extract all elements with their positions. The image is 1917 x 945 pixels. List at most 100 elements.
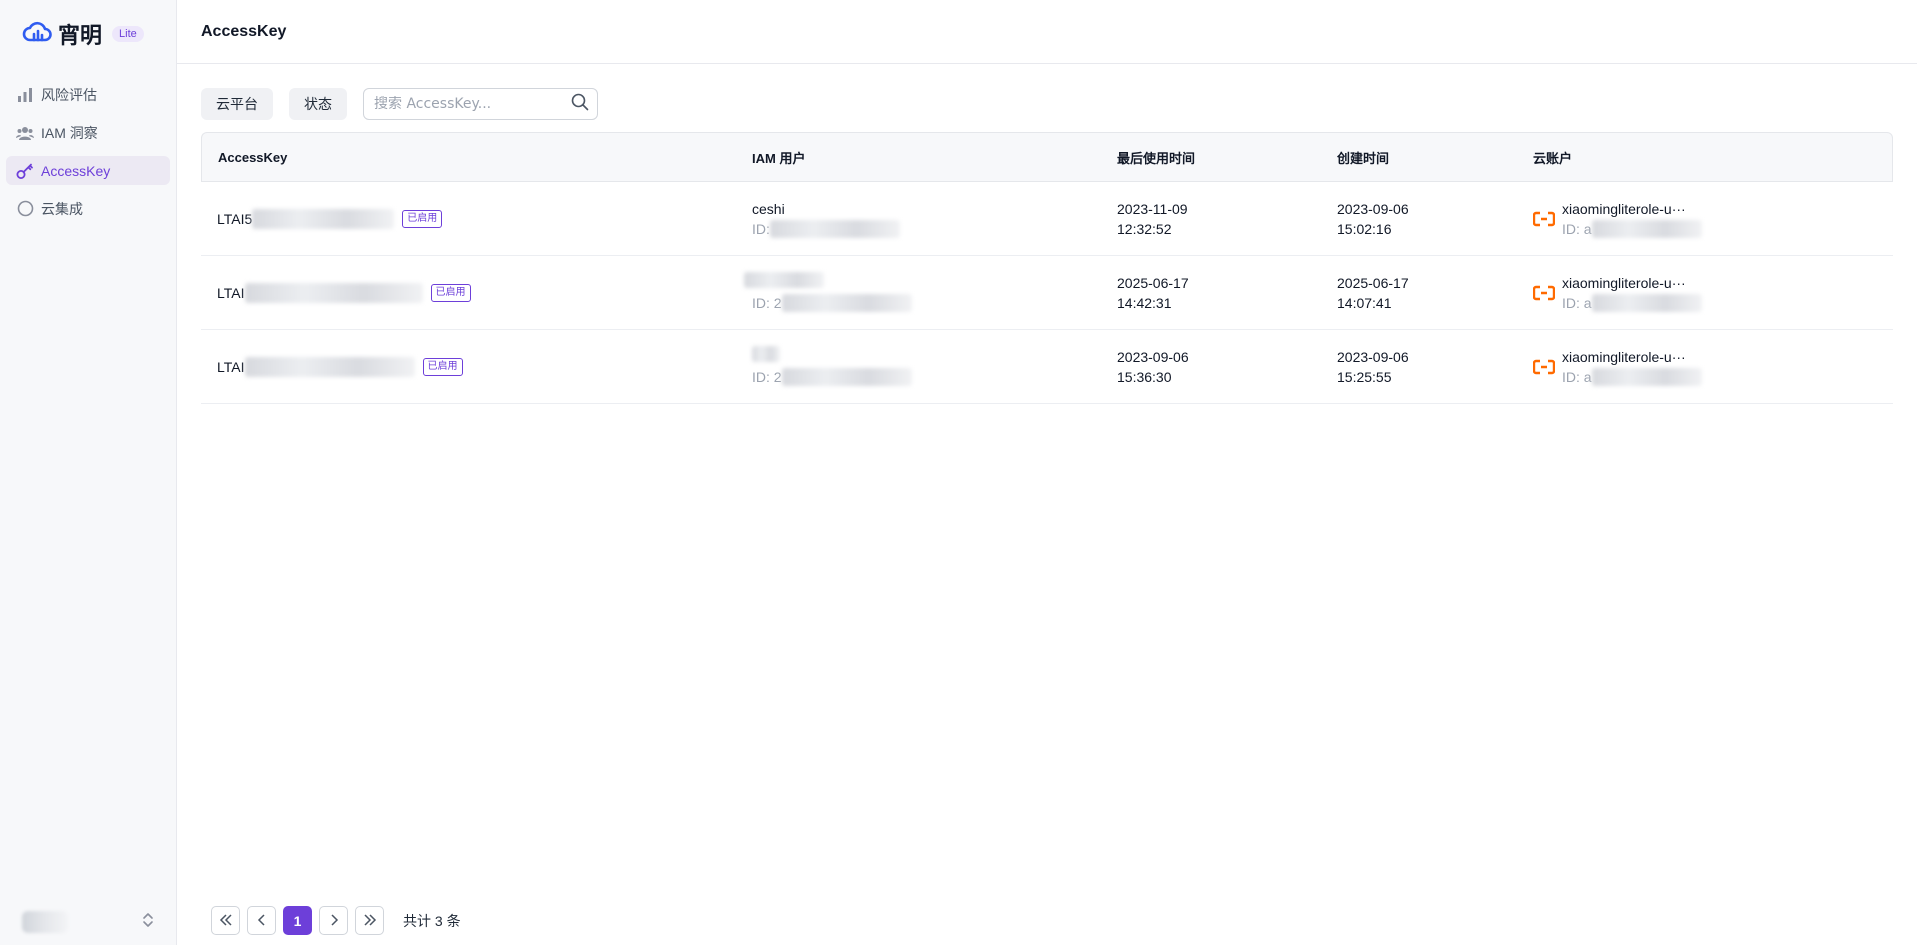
status-badge: 已启用 <box>422 357 463 376</box>
aliyun-logo-icon <box>1532 285 1556 301</box>
last-used-time: 12:32:52 <box>1117 220 1172 237</box>
accesskey-id: LTAI <box>217 284 245 301</box>
accesskey-id: LTAI5 <box>217 210 253 227</box>
table-row[interactable]: LTAI 已启用 ID: 2 <box>201 330 1893 404</box>
column-header-cloud-account: 云账户 <box>1517 132 1893 182</box>
cloud-account-name[interactable]: xiaomingliterole-u··· <box>1562 273 1702 293</box>
search-icon[interactable] <box>571 93 589 115</box>
iam-user-cell: ID: 2 <box>736 256 1101 330</box>
accesskey-id: LTAI <box>217 358 245 375</box>
created-date: 2023-09-06 <box>1337 200 1409 217</box>
cloud-account-id-label: ID: a <box>1562 220 1592 237</box>
column-header-last-used: 最后使用时间 <box>1101 132 1321 182</box>
first-page-button[interactable] <box>211 906 240 935</box>
last-used-time: 14:42:31 <box>1117 294 1172 311</box>
main-content: AccessKey 云平台 状态 AccessKey IAM 用户 <box>177 0 1917 945</box>
redacted-blur <box>1591 293 1702 312</box>
iam-user-name[interactable] <box>752 346 1101 367</box>
last-used-date: 2023-11-09 <box>1117 200 1188 217</box>
sidebar: 宵明 Lite 风险评估 IAM 洞察 AccessKey 云集成 <box>0 0 177 945</box>
table-row[interactable]: LTAI 已启用 ID: 2 <box>201 256 1893 330</box>
search-input[interactable] <box>374 96 571 112</box>
chevron-up-down-icon[interactable] <box>142 911 154 933</box>
iam-user-cell: ID: 2 <box>736 330 1101 404</box>
column-header-iam-user: IAM 用户 <box>736 132 1101 182</box>
logo[interactable]: 宵明 Lite <box>0 0 176 68</box>
cloud-platform-filter-button[interactable]: 云平台 <box>201 88 273 120</box>
user-switcher[interactable] <box>22 911 154 933</box>
accesskey-cell: LTAI5 已启用 <box>201 182 736 256</box>
redacted-blur <box>244 282 423 303</box>
app-root: 宵明 Lite 风险评估 IAM 洞察 AccessKey 云集成 Access… <box>0 0 1917 945</box>
page-number-button[interactable]: 1 <box>283 906 312 935</box>
redacted-blur <box>781 294 912 312</box>
accesskey-cell: LTAI 已启用 <box>201 330 736 404</box>
page-header: AccessKey <box>177 0 1917 64</box>
prev-page-button[interactable] <box>247 906 276 935</box>
redacted-blur <box>744 272 824 288</box>
content-area: 云平台 状态 AccessKey IAM 用户 最后使用时间 创建时间 <box>177 64 1917 404</box>
redacted-blur <box>1591 219 1702 238</box>
created-cell: 2023-09-06 15:02:16 <box>1321 182 1517 256</box>
created-date: 2023-09-06 <box>1337 348 1409 365</box>
last-used-cell: 2025-06-17 14:42:31 <box>1101 256 1321 330</box>
status-filter-button[interactable]: 状态 <box>289 88 347 120</box>
next-page-button[interactable] <box>319 906 348 935</box>
double-chevron-right-icon <box>363 913 377 929</box>
iam-user-id-label: ID: 2 <box>752 369 782 385</box>
last-used-time: 15:36:30 <box>1117 368 1172 385</box>
accesskey-cell: LTAI 已启用 <box>201 256 736 330</box>
page-title: AccessKey <box>201 22 287 40</box>
redacted-blur <box>781 368 912 386</box>
last-used-cell: 2023-11-09 12:32:52 <box>1101 182 1321 256</box>
column-header-accesskey: AccessKey <box>201 132 736 182</box>
bar-chart-icon <box>16 86 34 104</box>
chevron-left-icon <box>257 913 267 929</box>
total-count: 共计 3 条 <box>403 912 461 929</box>
aliyun-logo-icon <box>1532 211 1556 227</box>
last-page-button[interactable] <box>355 906 384 935</box>
sidebar-item-accesskey[interactable]: AccessKey <box>6 156 170 185</box>
created-time: 15:02:16 <box>1337 220 1392 237</box>
created-cell: 2023-09-06 15:25:55 <box>1321 330 1517 404</box>
cloud-account-name[interactable]: xiaomingliterole-u··· <box>1562 347 1702 367</box>
cloud-account-cell: xiaomingliterole-u··· ID: a <box>1517 256 1893 330</box>
cloud-account-cell: xiaomingliterole-u··· ID: a <box>1517 182 1893 256</box>
sidebar-nav: 风险评估 IAM 洞察 AccessKey 云集成 <box>0 68 176 223</box>
iam-user-id-label: ID: 2 <box>752 295 782 311</box>
redacted-blur <box>244 356 415 377</box>
filter-bar: 云平台 状态 <box>201 88 1893 120</box>
aliyun-logo-icon <box>1532 359 1556 375</box>
accesskey-table: AccessKey IAM 用户 最后使用时间 创建时间 云账户 LTAI5 已… <box>201 132 1893 404</box>
created-date: 2025-06-17 <box>1337 274 1409 291</box>
pagination: 1 共计 3 条 <box>211 906 461 935</box>
created-time: 15:25:55 <box>1337 368 1392 385</box>
key-icon <box>16 162 34 180</box>
redacted-blur <box>252 208 395 229</box>
created-time: 14:07:41 <box>1337 294 1392 311</box>
app-name: 宵明 <box>58 24 103 49</box>
table-header: AccessKey IAM 用户 最后使用时间 创建时间 云账户 <box>201 132 1893 182</box>
redacted-blur <box>1591 367 1702 386</box>
cloud-account-id-label: ID: a <box>1562 368 1592 385</box>
avatar <box>22 911 68 933</box>
status-badge: 已启用 <box>402 209 443 228</box>
iam-user-name[interactable]: ceshi <box>752 199 1101 219</box>
sidebar-item-risk-assessment[interactable]: 风险评估 <box>6 80 170 109</box>
sidebar-item-cloud-integration[interactable]: 云集成 <box>6 194 170 223</box>
sidebar-item-label: 云集成 <box>41 200 83 217</box>
table-row[interactable]: LTAI5 已启用 ceshi ID: 2023-11-09 12:32:52 … <box>201 182 1893 256</box>
cloud-account-name[interactable]: xiaomingliterole-u··· <box>1562 199 1702 219</box>
last-used-date: 2023-09-06 <box>1117 348 1189 365</box>
users-icon <box>16 124 34 142</box>
created-cell: 2025-06-17 14:07:41 <box>1321 256 1517 330</box>
redacted-blur <box>752 346 780 362</box>
sidebar-item-iam-insights[interactable]: IAM 洞察 <box>6 118 170 147</box>
double-chevron-left-icon <box>219 913 233 929</box>
cloud-logo-icon <box>22 20 52 48</box>
chevron-right-icon <box>329 913 339 929</box>
lite-badge: Lite <box>112 26 144 42</box>
iam-user-name[interactable] <box>744 272 1101 293</box>
column-header-created: 创建时间 <box>1321 132 1517 182</box>
sidebar-item-label: 风险评估 <box>41 86 97 103</box>
